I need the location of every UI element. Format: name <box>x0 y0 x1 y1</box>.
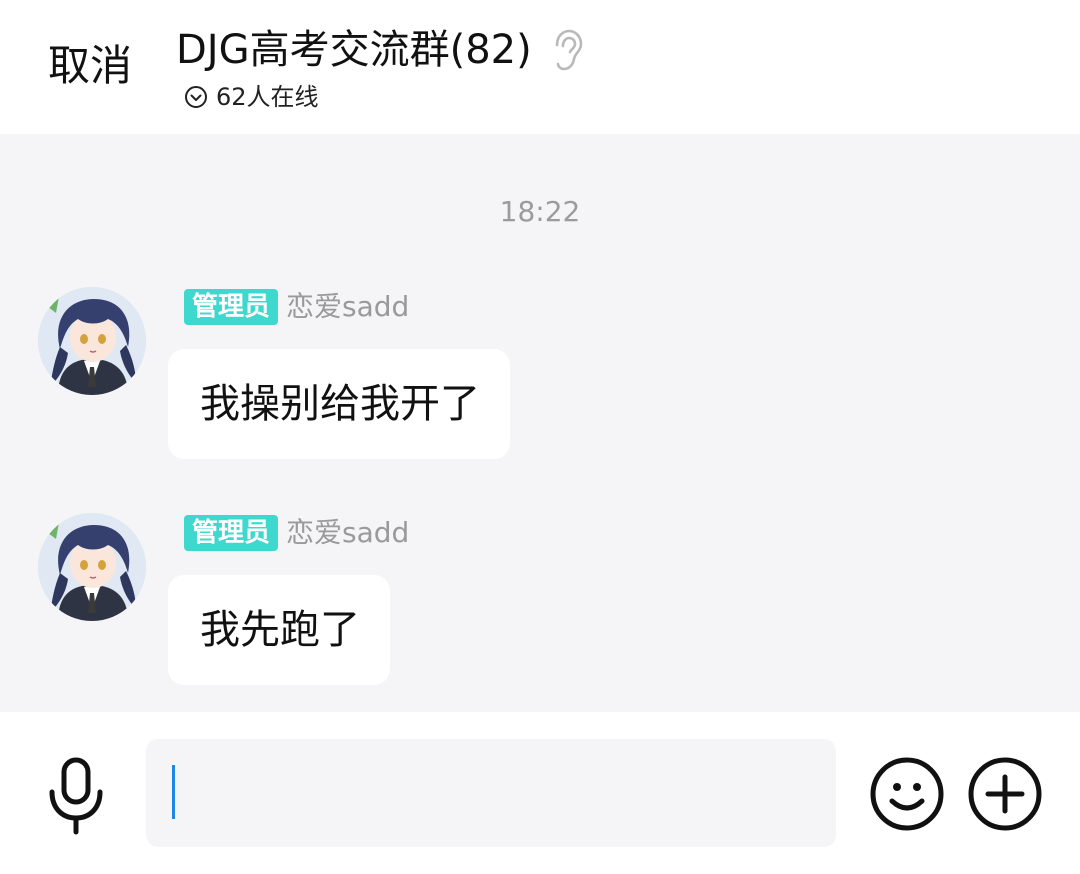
smiley-icon[interactable] <box>870 757 944 831</box>
avatar[interactable] <box>38 513 146 621</box>
chevron-down-circle-icon <box>184 85 208 109</box>
message-bubble[interactable]: 我操别给我开了 <box>168 349 510 459</box>
message-bubble[interactable]: 我先跑了 <box>168 575 390 685</box>
group-title-row[interactable]: DJG高考交流群(82) <box>176 22 584 78</box>
sender-name[interactable]: 恋爱sadd <box>286 515 409 551</box>
online-status[interactable]: 62人在线 <box>184 80 319 114</box>
admin-badge: 管理员 <box>184 289 279 325</box>
online-count: 62人在线 <box>216 83 319 111</box>
ear-icon[interactable] <box>550 29 584 71</box>
message-input[interactable] <box>146 739 836 847</box>
cancel-button[interactable]: 取消 <box>48 38 132 94</box>
chat-header: 取消 DJG高考交流群(82) 62人在线 <box>0 0 1080 134</box>
message-timestamp: 18:22 <box>499 195 581 228</box>
admin-badge: 管理员 <box>184 515 279 551</box>
sender-name[interactable]: 恋爱sadd <box>286 289 409 325</box>
microphone-icon[interactable] <box>44 756 108 836</box>
input-bar <box>0 712 1080 874</box>
group-title: DJG高考交流群(82) <box>176 27 532 73</box>
sender-row: 管理员 恋爱sadd <box>184 515 409 551</box>
text-cursor <box>172 765 175 819</box>
plus-circle-icon[interactable] <box>968 757 1042 831</box>
avatar[interactable] <box>38 287 146 395</box>
sender-row: 管理员 恋爱sadd <box>184 289 409 325</box>
